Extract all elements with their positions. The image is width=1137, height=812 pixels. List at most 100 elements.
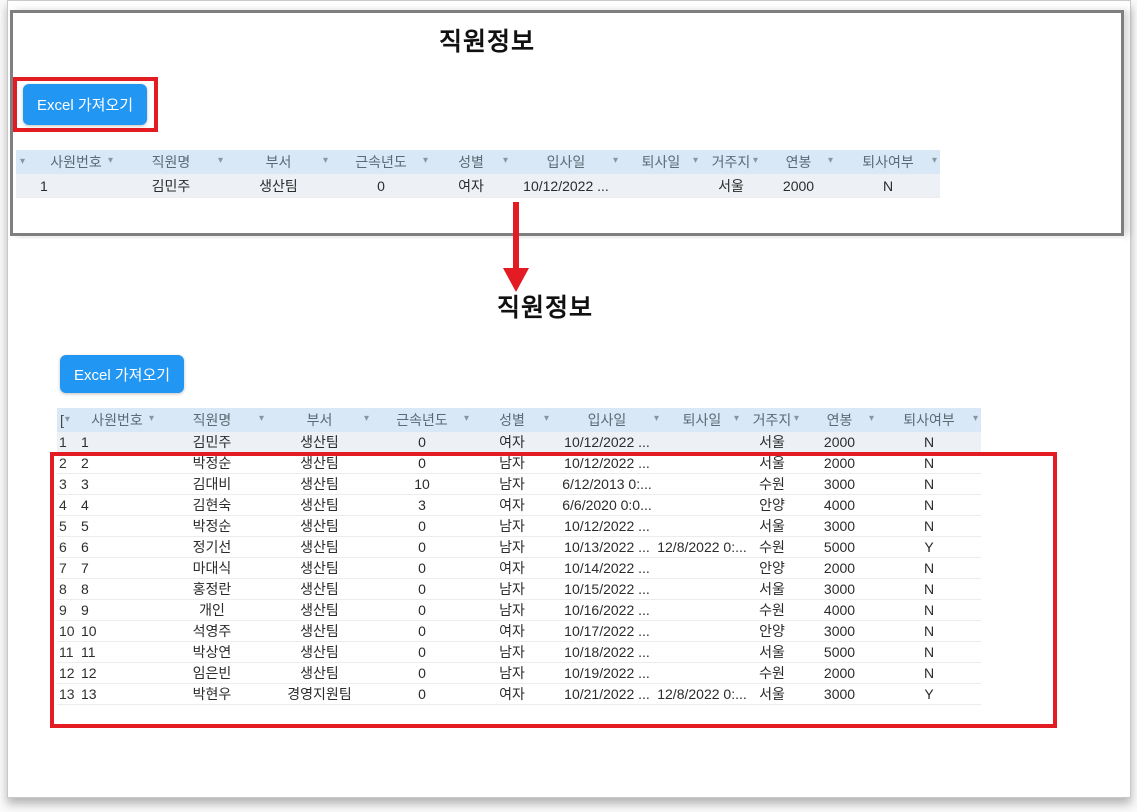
table-cell: 여자 (499, 560, 525, 576)
filter-dropdown-icon[interactable]: ▾ (869, 414, 874, 424)
filter-dropdown-icon[interactable]: ▾ (613, 156, 618, 166)
table-cell (662, 600, 742, 620)
table-row[interactable]: 5 5 박정순 생산팀 0 남자 10/12/2022 ... 서울 3000 N (57, 516, 981, 537)
column-header[interactable]: 부서 ▾ (226, 150, 331, 174)
column-header[interactable]: 입사일 ▾ (511, 150, 621, 174)
table-cell: 안양 (759, 560, 785, 576)
filter-dropdown-icon[interactable]: ▾ (20, 157, 25, 167)
column-header[interactable]: 성별 ▾ (472, 408, 552, 432)
table-row[interactable]: 12 12 임은빈 생산팀 0 남자 10/19/2022 ... 수원 2000 N (57, 663, 981, 684)
filter-dropdown-icon[interactable]: ▾ (464, 414, 469, 424)
table-cell: 10/14/2022 ... (564, 560, 650, 576)
table-cell: 생산팀 (300, 476, 339, 492)
filter-dropdown-icon[interactable]: ▾ (828, 156, 833, 166)
table-cell: 수원 (759, 476, 785, 492)
panel-before-import: 직원정보 Excel 가져오기 ▾ 사원번호 ▾ 직원명 ▾ 부서 ▾ 근속년도 ▾ 성별 ▾ 입사일… (10, 10, 1124, 236)
select-all-header[interactable]: [▾ (57, 408, 77, 432)
column-header[interactable]: 사원번호 ▾ (36, 150, 116, 174)
table-cell: 6 (81, 539, 89, 555)
filter-dropdown-icon[interactable]: ▾ (65, 415, 70, 425)
table-cell: 수원 (759, 665, 785, 681)
column-header[interactable]: 거주지 ▾ (701, 150, 761, 174)
filter-dropdown-icon[interactable]: ▾ (654, 414, 659, 424)
table-row[interactable]: 1 김민주 생산팀 0 여자 10/12/2022 ... 서울 2000 N (16, 174, 940, 198)
filter-dropdown-icon[interactable]: ▾ (108, 156, 113, 166)
filter-dropdown-icon[interactable]: ▾ (932, 156, 937, 166)
filter-dropdown-icon[interactable]: ▾ (364, 414, 369, 424)
filter-dropdown-icon[interactable]: ▾ (753, 156, 758, 166)
column-header[interactable]: 퇴사여부 ▾ (877, 408, 981, 432)
table-row[interactable]: 6 6 정기선 생산팀 0 남자 10/13/2022 ... 12/8/2022 0:...… (57, 537, 981, 558)
column-header[interactable]: 근속년도 ▾ (372, 408, 472, 432)
filter-dropdown-icon[interactable]: ▾ (423, 156, 428, 166)
column-header[interactable]: 부서 ▾ (267, 408, 372, 432)
table-cell: 10/19/2022 ... (564, 665, 650, 681)
table-cell: 2000 (823, 455, 856, 471)
row-number-cell: 8 (59, 581, 67, 597)
column-header[interactable]: 퇴사여부 ▾ (836, 150, 940, 174)
table-cell: 수원 (759, 602, 785, 618)
table-cell: N (923, 497, 935, 513)
column-header-label: 직원명 (151, 154, 191, 170)
column-header[interactable]: 입사일 ▾ (552, 408, 662, 432)
screenshot-root: 직원정보 Excel 가져오기 ▾ 사원번호 ▾ 직원명 ▾ 부서 ▾ 근속년도 ▾ 성별 ▾ 입사일… (0, 0, 1137, 812)
table-cell: 생산팀 (300, 581, 339, 597)
table-cell: 13 (81, 686, 97, 702)
filter-dropdown-icon[interactable]: ▾ (544, 414, 549, 424)
filter-dropdown-icon[interactable]: ▾ (323, 156, 328, 166)
table-cell: 박정순 (192, 455, 232, 471)
column-header[interactable]: 사원번호 ▾ (77, 408, 157, 432)
column-header[interactable]: 직원명 ▾ (157, 408, 267, 432)
column-header[interactable]: 퇴사일 ▾ (662, 408, 742, 432)
table-cell: 생산팀 (300, 665, 339, 681)
filter-dropdown-icon[interactable]: ▾ (693, 156, 698, 166)
column-header[interactable]: 연봉 ▾ (761, 150, 836, 174)
column-header[interactable]: 연봉 ▾ (802, 408, 877, 432)
filter-dropdown-icon[interactable]: ▾ (218, 156, 223, 166)
table-row[interactable]: 7 7 마대식 생산팀 0 여자 10/14/2022 ... 안양 2000 N (57, 558, 981, 579)
table-cell: 6/6/2020 0:0... (562, 497, 652, 513)
filter-dropdown-icon[interactable]: ▾ (734, 414, 739, 424)
column-header[interactable]: 직원명 ▾ (116, 150, 226, 174)
column-header[interactable]: 성별 ▾ (431, 150, 511, 174)
page-title: 직원정보 (438, 28, 535, 56)
filter-dropdown-icon[interactable]: ▾ (149, 414, 154, 424)
table-cell (662, 579, 742, 599)
table-cell: 5 (81, 518, 89, 534)
table-cell: 여자 (499, 686, 525, 702)
table-row[interactable]: 3 3 김대비 생산팀 10 남자 6/12/2013 0:... 수원 3000 N (57, 474, 981, 495)
table-cell: N (923, 518, 935, 534)
table-cell: 안양 (759, 497, 785, 513)
table-cell: N (923, 623, 935, 639)
column-header-label: 연봉 (785, 154, 812, 170)
excel-import-button[interactable]: Excel 가져오기 (60, 355, 185, 393)
table-header-row: ▾ 사원번호 ▾ 직원명 ▾ 부서 ▾ 근속년도 ▾ 성별 ▾ 입사일 ▾ 퇴사일 ▾ 거주지 ▾ 연봉 ▾ 퇴사여부… (16, 150, 940, 174)
table-row[interactable]: 1 1 김민주 생산팀 0 여자 10/12/2022 ... 서울 2000 N (57, 432, 981, 453)
table-cell: 3000 (823, 623, 856, 639)
table-cell: 10/18/2022 ... (564, 644, 650, 660)
table-cell: 9 (81, 602, 89, 618)
filter-dropdown-icon[interactable]: ▾ (503, 156, 508, 166)
filter-dropdown-icon[interactable]: ▾ (259, 414, 264, 424)
table-cell: 김현숙 (192, 497, 232, 513)
column-header[interactable]: 퇴사일 ▾ (621, 150, 701, 174)
filter-dropdown-icon[interactable]: ▾ (794, 414, 799, 424)
table-row[interactable]: 8 8 홍정란 생산팀 0 남자 10/15/2022 ... 서울 3000 N (57, 579, 981, 600)
column-header[interactable]: 거주지 ▾ (742, 408, 802, 432)
table-row[interactable]: 2 2 박정순 생산팀 0 남자 10/12/2022 ... 서울 2000 N (57, 453, 981, 474)
table-row[interactable]: 9 9 개인 생산팀 0 남자 10/16/2022 ... 수원 4000 N (57, 600, 981, 621)
filter-dropdown-icon[interactable]: ▾ (973, 414, 978, 424)
table-cell (662, 432, 742, 452)
table-cell: 0 (377, 177, 385, 194)
table-row[interactable]: 13 13 박현우 경영지원팀 0 여자 10/21/2022 ... 12/8/2022 0… (57, 684, 981, 705)
table-row[interactable]: 10 10 석영주 생산팀 0 여자 10/17/2022 ... 안양 3000 N (57, 621, 981, 642)
column-header[interactable]: 근속년도 ▾ (331, 150, 431, 174)
table-cell: 0 (418, 665, 426, 681)
table-row[interactable]: 4 4 김현숙 생산팀 3 여자 6/6/2020 0:0... 안양 4000 N (57, 495, 981, 516)
table-row[interactable]: 11 11 박상연 생산팀 0 남자 10/18/2022 ... 서울 5000 N (57, 642, 981, 663)
excel-import-button[interactable]: Excel 가져오기 (23, 84, 148, 125)
column-header-label: 부서 (306, 412, 333, 428)
row-number-cell: 9 (59, 602, 67, 618)
select-all-header[interactable]: ▾ (16, 150, 36, 174)
table-cell: 정기선 (192, 539, 232, 555)
